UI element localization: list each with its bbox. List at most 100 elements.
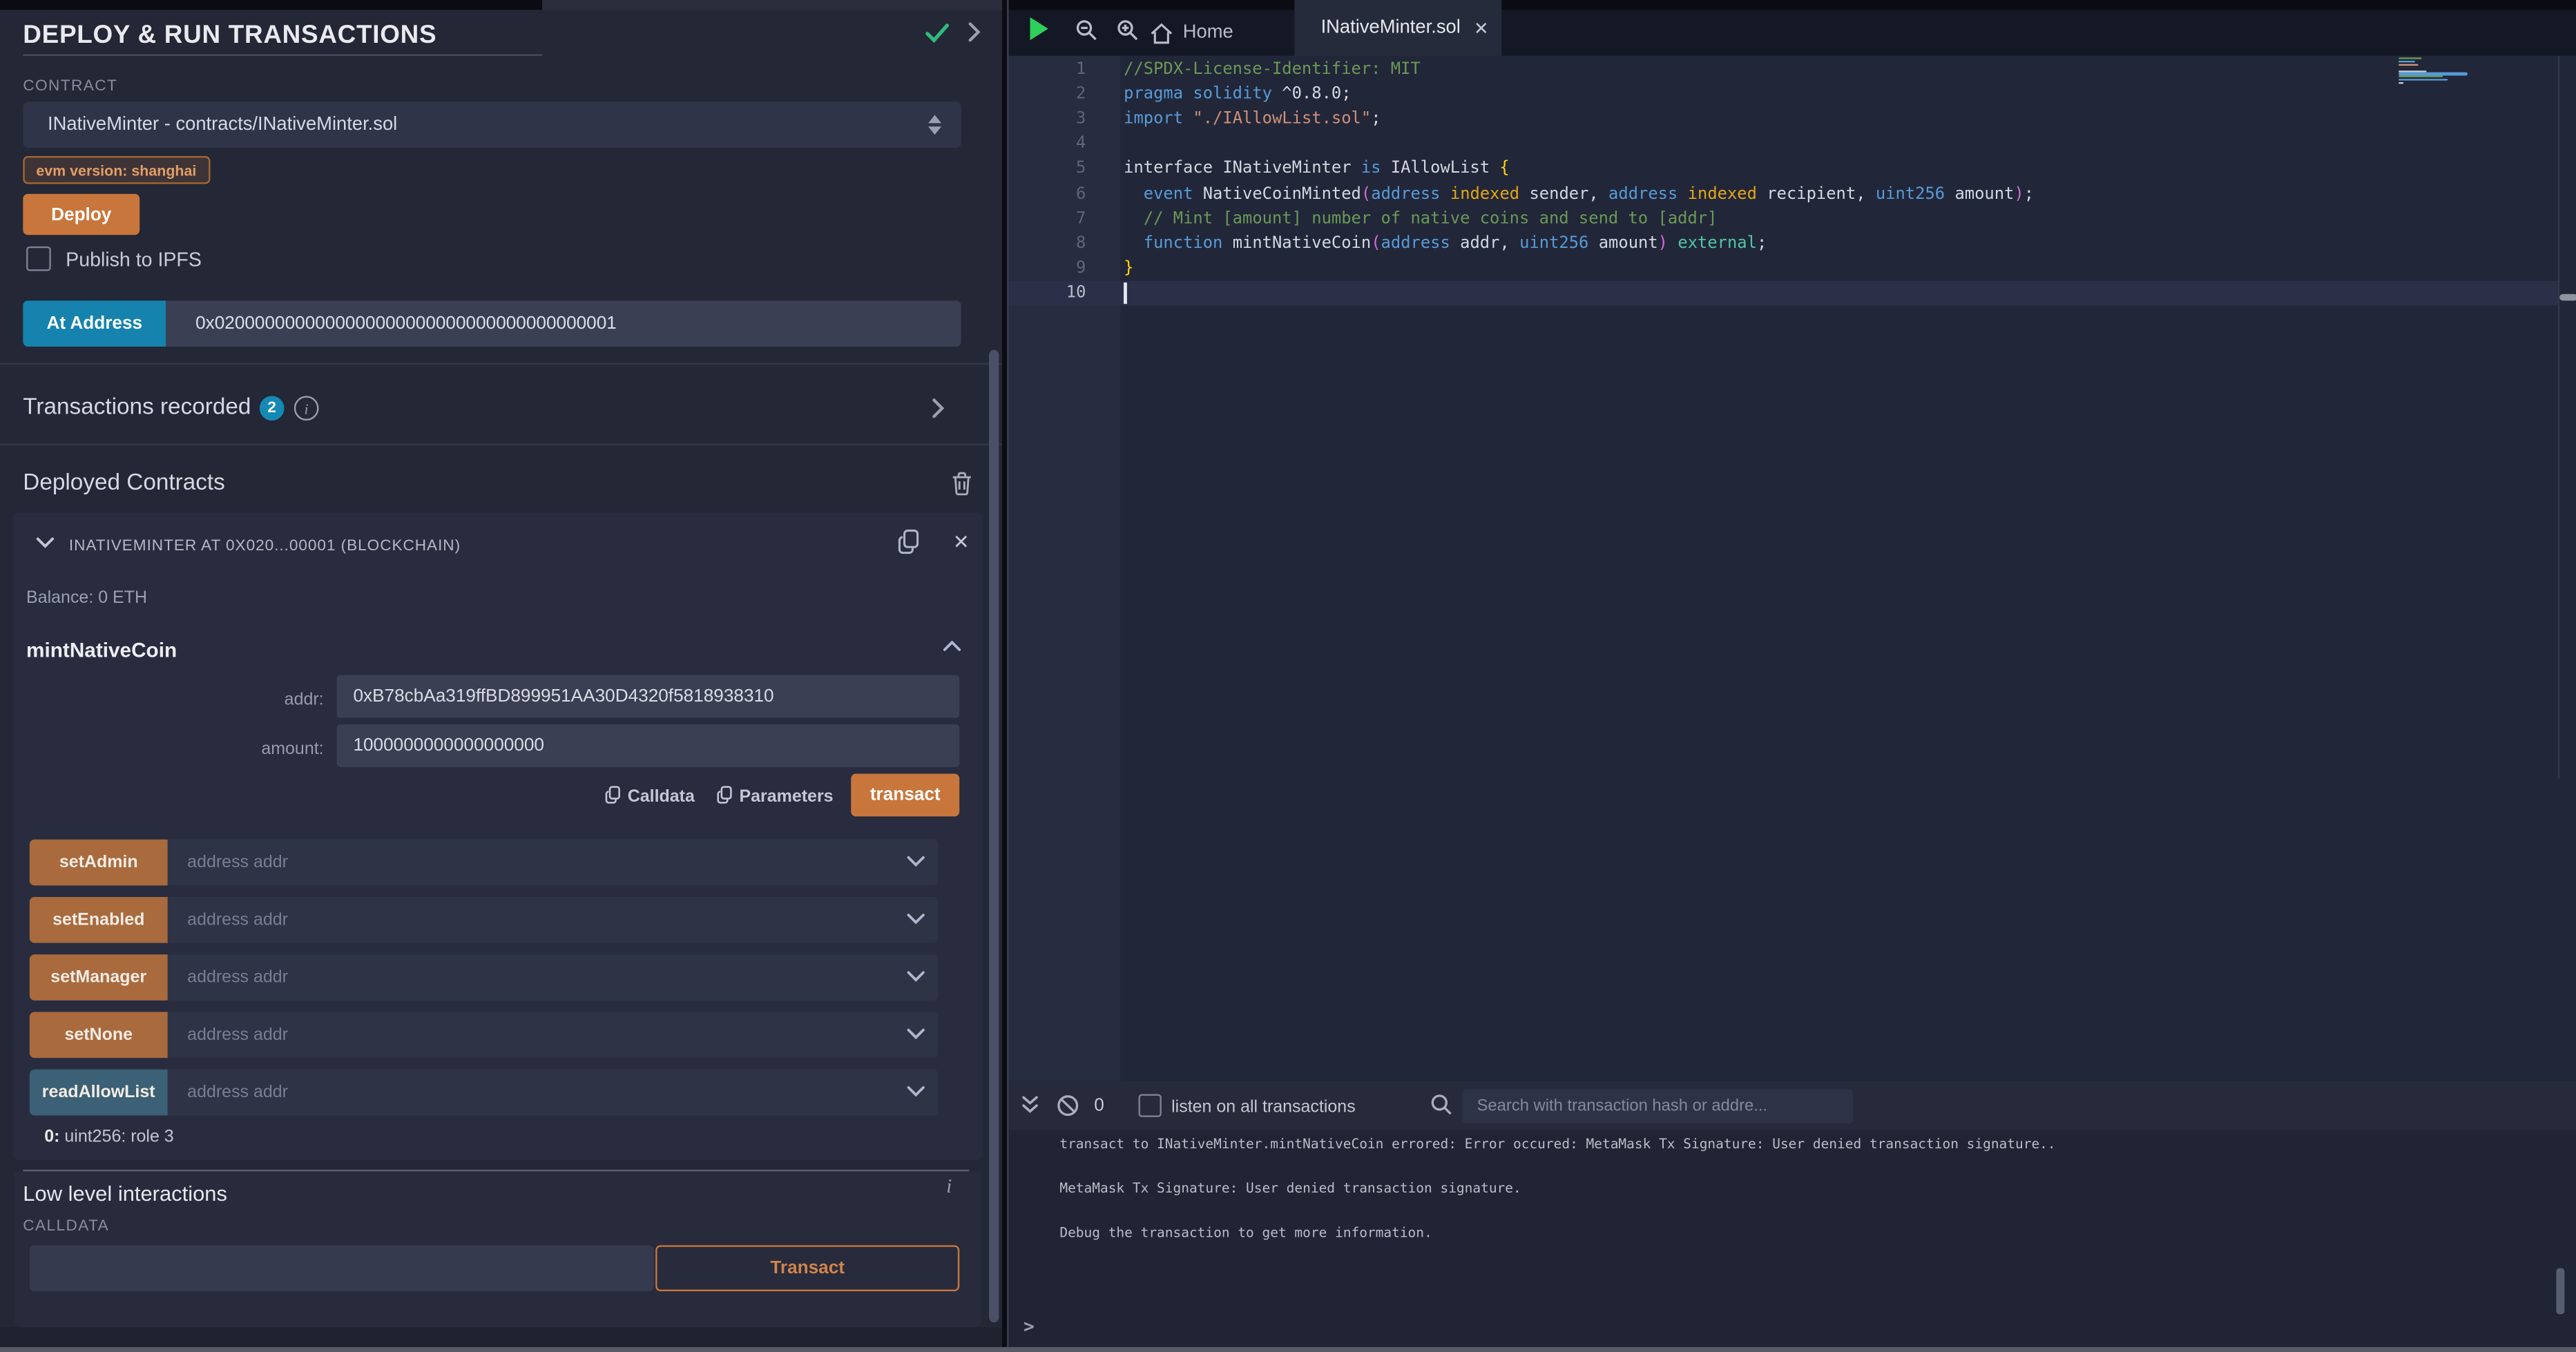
line-number: 5	[1009, 160, 1086, 178]
addr-arg-input[interactable]	[337, 675, 960, 718]
listen-all-label[interactable]: listen on all transactions	[1171, 1097, 1356, 1117]
minimap[interactable]	[2399, 57, 2558, 156]
readAllowList-input[interactable]	[168, 1070, 939, 1116]
chevron-down-icon[interactable]	[907, 971, 925, 983]
code-line-10[interactable]: 10	[1009, 280, 2558, 305]
publish-ipfs-label[interactable]: Publish to IPFS	[66, 248, 202, 271]
line-number: 10	[1009, 284, 1086, 302]
minimap-line	[2399, 73, 2468, 75]
home-icon	[1150, 22, 1173, 44]
remove-instance-icon[interactable]: ✕	[953, 530, 970, 553]
code-line-8[interactable]: 8 function mintNativeCoin(address addr, …	[1009, 231, 2558, 256]
chevron-down-icon[interactable]	[907, 856, 925, 868]
clear-console-icon[interactable]	[1057, 1094, 1079, 1117]
code-line-5[interactable]: 5interface INativeMinter is IAllowList {	[1009, 157, 2558, 182]
code-line-4[interactable]: 4	[1009, 132, 2558, 157]
setManager-input[interactable]	[168, 954, 939, 1001]
code-line-1[interactable]: 1//SPDX-License-Identifier: MIT	[1009, 57, 2558, 82]
setNone-input[interactable]	[168, 1012, 939, 1059]
contract-select[interactable]: INativeMinter - contracts/INativeMinter.…	[23, 102, 961, 148]
top-edge-strip-2	[542, 0, 1002, 10]
at-address-button[interactable]: At Address	[23, 300, 166, 347]
setAdmin-input[interactable]	[168, 840, 939, 886]
select-arrows-icon	[928, 115, 941, 135]
terminal-prompt[interactable]: >	[1023, 1316, 1035, 1337]
info-icon[interactable]: i	[294, 396, 319, 421]
code-editor[interactable]: 1//SPDX-License-Identifier: MIT2pragma s…	[1009, 56, 2576, 1081]
deploy-button[interactable]: Deploy	[23, 194, 140, 235]
copy-parameters-icon[interactable]	[716, 785, 733, 805]
function-row-setEnabled: setEnabled	[30, 897, 938, 943]
code-line-2[interactable]: 2pragma solidity ^0.8.0;	[1009, 82, 2558, 107]
panel-title: DEPLOY & RUN TRANSACTIONS	[23, 21, 436, 51]
call-output: 0: uint256: role 3	[44, 1127, 173, 1147]
panel-editor-divider[interactable]	[1002, 0, 1007, 1352]
terminal-logs: transact to INativeMinter.mintNativeCoin…	[1059, 1135, 2055, 1268]
terminal-scrollbar-thumb[interactable]	[2556, 1268, 2564, 1315]
amount-arg-input[interactable]	[337, 724, 960, 767]
collapse-contract-icon[interactable]	[36, 537, 54, 549]
terminal-search-input[interactable]	[1462, 1089, 1853, 1123]
terminal-log-line: transact to INativeMinter.mintNativeCoin…	[1059, 1135, 2055, 1153]
publish-ipfs-checkbox[interactable]	[26, 247, 51, 271]
chevron-down-icon[interactable]	[907, 1086, 925, 1098]
call-output-index: 0:	[44, 1127, 59, 1147]
tab-inativeminter[interactable]: INativeMinter.sol ✕	[1295, 0, 1502, 56]
line-number: 1	[1009, 61, 1086, 79]
trash-icon[interactable]	[951, 472, 972, 496]
section-divider	[0, 363, 1002, 365]
panel-scrollbar[interactable]	[989, 350, 999, 1322]
collapse-panel-icon[interactable]	[968, 21, 981, 43]
deployed-contract-card: INATIVEMINTER AT 0X020...00001 (BLOCKCHA…	[13, 512, 983, 1159]
minimap-separator	[2558, 56, 2559, 779]
contract-instance-title[interactable]: INATIVEMINTER AT 0X020...00001 (BLOCKCHA…	[69, 537, 461, 555]
code-line-3[interactable]: 3import "./IAllowList.sol";	[1009, 107, 2558, 132]
low-level-title: Low level interactions	[23, 1181, 227, 1206]
low-level-calldata-input[interactable]	[30, 1245, 654, 1291]
copy-calldata-icon[interactable]	[604, 785, 621, 805]
listen-all-checkbox[interactable]	[1139, 1094, 1162, 1117]
setEnabled-button[interactable]: setEnabled	[30, 897, 168, 943]
collapse-function-icon[interactable]	[943, 641, 961, 653]
copy-address-icon[interactable]	[897, 529, 920, 555]
zoom-in-icon[interactable]	[1117, 20, 1139, 41]
window-bottom-edge	[0, 1347, 2576, 1352]
code-line-6[interactable]: 6 event NativeCoinMinted(address indexed…	[1009, 182, 2558, 206]
low-level-info-icon[interactable]: i	[946, 1175, 952, 1199]
deployed-contracts-label: Deployed Contracts	[23, 468, 224, 494]
line-number: 6	[1009, 185, 1086, 203]
transact-button[interactable]: transact	[851, 774, 959, 817]
setAdmin-button[interactable]: setAdmin	[30, 840, 168, 886]
code-line-9[interactable]: 9}	[1009, 256, 2558, 281]
low-level-transact-button[interactable]: Transact	[655, 1245, 959, 1291]
compile-check-icon	[925, 23, 950, 44]
expand-transactions-icon[interactable]	[932, 398, 945, 419]
tab-home[interactable]: Home	[1150, 10, 1233, 56]
setManager-button[interactable]: setManager	[30, 954, 168, 1001]
tabbar-top-strip	[1009, 0, 2576, 10]
terminal: 0 listen on all transactions transact to…	[1009, 1081, 2576, 1352]
readAllowList-button[interactable]: readAllowList	[30, 1070, 168, 1116]
minimap-line	[2399, 82, 2403, 84]
terminal-toolbar: 0 listen on all transactions	[1009, 1081, 2576, 1130]
editor-scrollbar-thumb[interactable]	[2559, 294, 2576, 301]
close-tab-icon[interactable]: ✕	[1474, 17, 1489, 39]
code-line-7[interactable]: 7 // Mint [amount] number of native coin…	[1009, 206, 2558, 231]
function-row-setAdmin: setAdmin	[30, 840, 938, 886]
zoom-out-icon[interactable]	[1076, 20, 1097, 41]
code-lines: 1//SPDX-License-Identifier: MIT2pragma s…	[1009, 57, 2558, 305]
run-script-icon[interactable]	[1028, 17, 1050, 41]
setNone-button[interactable]: setNone	[30, 1012, 168, 1059]
setEnabled-input[interactable]	[168, 897, 939, 943]
tab-inativeminter-label: INativeMinter.sol	[1321, 18, 1461, 38]
minimap-line	[2399, 70, 2426, 72]
chevron-down-icon[interactable]	[907, 1028, 925, 1040]
collapse-terminal-icon[interactable]	[1022, 1096, 1039, 1116]
addr-arg-label: addr:	[95, 690, 324, 710]
calldata-copy-label[interactable]: Calldata	[628, 787, 695, 807]
chevron-down-icon[interactable]	[907, 914, 925, 925]
at-address-input[interactable]	[166, 300, 961, 347]
function-row-readAllowList: readAllowList	[30, 1070, 938, 1116]
low-level-divider	[23, 1170, 969, 1171]
parameters-copy-label[interactable]: Parameters	[739, 787, 833, 807]
